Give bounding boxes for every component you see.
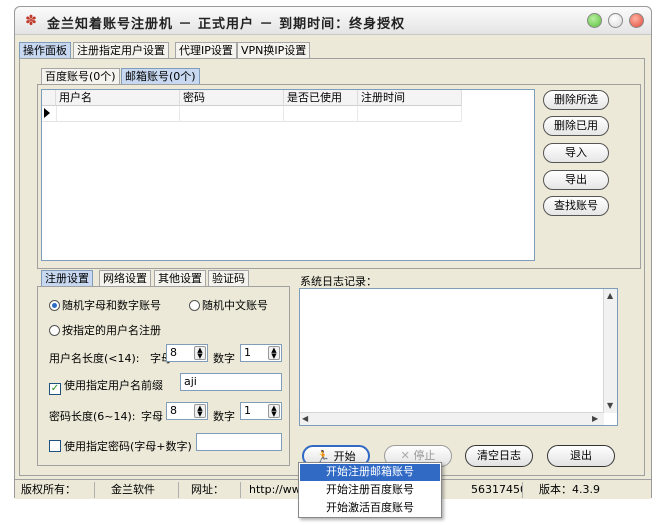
- use-prefix-label: 使用指定用户名前缀: [64, 379, 163, 392]
- maximize-button[interactable]: [608, 13, 623, 28]
- close-button[interactable]: [629, 13, 644, 28]
- version-label: 版本：4.3.9: [539, 483, 600, 496]
- paw-icon: ✽: [25, 13, 37, 29]
- tab-other-settings[interactable]: 其他设置: [154, 270, 206, 286]
- table-cell[interactable]: [56, 106, 180, 122]
- tab-operation-panel[interactable]: 操作面板: [19, 42, 71, 58]
- username-digits-label: 数字: [213, 352, 235, 365]
- delete-used-button[interactable]: 删除已用: [543, 116, 609, 136]
- username-letters-stepper[interactable]: 8 ▲ ▼: [166, 344, 208, 362]
- tab-register-user-settings[interactable]: 注册指定用户设置: [73, 42, 169, 58]
- tab-register-settings[interactable]: 注册设置: [41, 270, 93, 286]
- tab-email-accounts[interactable]: 邮箱账号(0个): [121, 68, 200, 84]
- radio-specified-username[interactable]: 按指定的用户名注册: [49, 322, 161, 338]
- spin-arrows-icon[interactable]: ▲ ▼: [194, 346, 206, 360]
- col-username[interactable]: 用户名: [56, 90, 180, 106]
- site-label: 网址：: [183, 482, 241, 498]
- radio-specified-username-label: 按指定的用户名注册: [62, 324, 161, 337]
- scroll-right-icon[interactable]: ▶: [592, 414, 598, 423]
- tab-captcha[interactable]: 验证码: [208, 270, 249, 286]
- window-title: 金兰知着账号注册机 － 正式用户 － 到期时间：终身授权: [47, 17, 406, 32]
- start-dropdown-menu: 开始注册邮箱账号 开始注册百度账号 开始激活百度账号: [298, 462, 442, 518]
- menu-activate-baidu[interactable]: 开始激活百度账号: [300, 500, 440, 517]
- app-window: ✽ 金兰知着账号注册机 － 正式用户 － 到期时间：终身授权 操作面板 注册指定…: [14, 6, 652, 499]
- radio-dot: [49, 325, 60, 336]
- current-row-icon: [44, 108, 50, 118]
- col-register-time[interactable]: 注册时间: [358, 90, 462, 106]
- delete-selected-button[interactable]: 删除所选: [543, 90, 609, 110]
- password-letters-stepper[interactable]: 8 ▲ ▼: [166, 402, 208, 420]
- tab-network-settings[interactable]: 网络设置: [99, 270, 151, 286]
- radio-dot: [49, 300, 60, 311]
- radio-random-chinese-label: 随机中文账号: [202, 299, 268, 312]
- menu-register-email[interactable]: 开始注册邮箱账号: [300, 464, 440, 481]
- password-letters-label: 字母: [141, 410, 163, 423]
- copyright-label: 版权所有：: [17, 482, 95, 498]
- company-name: 金兰软件: [99, 482, 179, 498]
- tab-proxy-settings[interactable]: 代理IP设置: [175, 42, 237, 58]
- tab-vpn-settings[interactable]: VPN换IP设置: [237, 42, 311, 58]
- radio-dot: [189, 300, 200, 311]
- export-button[interactable]: 导出: [543, 170, 609, 190]
- account-tabs: 百度账号(0个) 邮箱账号(0个): [41, 68, 241, 84]
- log-textarea[interactable]: ▲ ▼ ◀ ▶: [299, 288, 618, 426]
- menu-register-baidu[interactable]: 开始注册百度账号: [300, 482, 440, 499]
- grid-header-corner: [42, 90, 56, 106]
- password-letters-value: 8: [170, 404, 177, 417]
- username-digits-stepper[interactable]: 1 ▲ ▼: [240, 344, 282, 362]
- tab-baidu-accounts[interactable]: 百度账号(0个): [41, 68, 120, 84]
- radio-random-alnum[interactable]: 随机字母和数字账号: [49, 297, 161, 313]
- find-account-button[interactable]: 查找账号: [543, 196, 609, 216]
- account-grid[interactable]: 用户名 密码 是否已使用 注册时间: [41, 89, 535, 261]
- qq-number: 563174509: [467, 482, 523, 498]
- import-button[interactable]: 导入: [543, 143, 609, 163]
- username-length-label: 用户名长度(<14):: [49, 352, 140, 365]
- checkbox-box: [49, 440, 61, 452]
- password-digits-label: 数字: [213, 410, 235, 423]
- minimize-button[interactable]: [587, 13, 602, 28]
- log-vertical-scrollbar[interactable]: ▲ ▼: [603, 289, 617, 413]
- table-cell[interactable]: [358, 106, 462, 122]
- checkmark-icon: ✓: [49, 383, 61, 395]
- scroll-up-icon[interactable]: ▲: [607, 291, 613, 300]
- col-password[interactable]: 密码: [180, 90, 284, 106]
- site-link[interactable]: http://ww: [245, 482, 301, 498]
- exit-button[interactable]: 退出: [547, 445, 615, 467]
- log-label: 系统日志记录：: [300, 275, 377, 288]
- password-input[interactable]: [196, 433, 282, 451]
- prefix-input[interactable]: aji: [180, 373, 282, 391]
- password-digits-stepper[interactable]: 1 ▲ ▼: [240, 402, 282, 420]
- settings-tabs: 注册设置 网络设置 其他设置 验证码: [41, 270, 281, 286]
- scroll-left-icon[interactable]: ◀: [302, 414, 308, 423]
- scroll-down-icon[interactable]: ▼: [607, 401, 613, 410]
- table-row[interactable]: [42, 106, 462, 122]
- use-password-label: 使用指定密码(字母+数字): [64, 440, 192, 453]
- radio-random-alnum-label: 随机字母和数字账号: [62, 299, 161, 312]
- grid-header: 用户名 密码 是否已使用 注册时间: [42, 90, 462, 106]
- title-bar: ✽ 金兰知着账号注册机 － 正式用户 － 到期时间：终身授权: [15, 7, 651, 35]
- spin-arrows-icon[interactable]: ▲ ▼: [194, 404, 206, 418]
- table-cell[interactable]: [284, 106, 358, 122]
- spin-arrows-icon[interactable]: ▲ ▼: [268, 346, 280, 360]
- radio-random-chinese[interactable]: 随机中文账号: [189, 297, 268, 313]
- stop-x-icon: ✕: [400, 449, 410, 462]
- use-password-checkbox[interactable]: 使用指定密码(字母+数字): [49, 438, 192, 454]
- use-prefix-checkbox[interactable]: ✓ 使用指定用户名前缀: [49, 377, 163, 395]
- spin-arrows-icon[interactable]: ▲ ▼: [268, 404, 280, 418]
- username-letters-value: 8: [170, 346, 177, 359]
- password-length-label: 密码长度(6~14):: [49, 410, 136, 423]
- table-cell[interactable]: [180, 106, 284, 122]
- stop-button-label: 停止: [413, 449, 436, 462]
- username-digits-value: 1: [244, 346, 251, 359]
- password-digits-value: 1: [244, 404, 251, 417]
- main-tabs: 操作面板 注册指定用户设置 代理IP设置 VPN换IP设置: [19, 42, 419, 58]
- clear-log-button[interactable]: 清空日志: [465, 445, 533, 467]
- col-used[interactable]: 是否已使用: [284, 90, 358, 106]
- log-horizontal-scrollbar[interactable]: ◀ ▶: [300, 412, 604, 425]
